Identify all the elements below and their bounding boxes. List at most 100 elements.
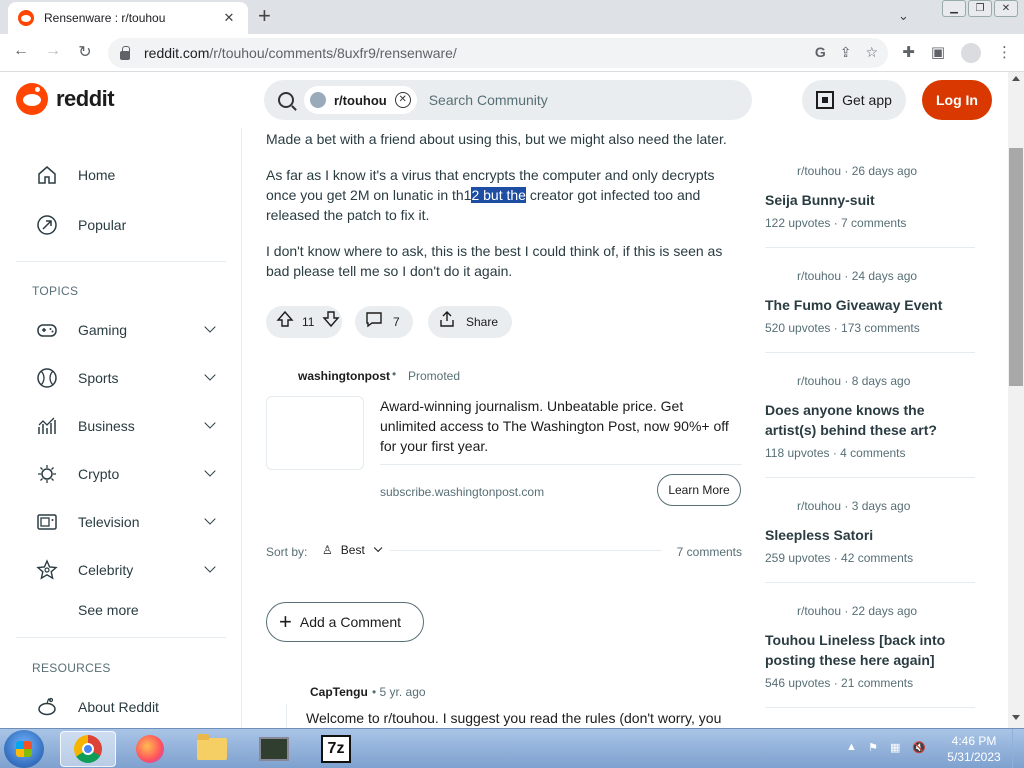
google-lens-icon[interactable]: G — [815, 44, 826, 61]
topics-heading: TOPICS — [32, 284, 79, 298]
comment-bubble-icon — [365, 310, 383, 334]
firefox-icon — [136, 735, 164, 763]
taskbar-chrome[interactable] — [60, 731, 116, 767]
login-button[interactable]: Log In — [922, 80, 992, 120]
ad-headline[interactable]: Award-winning journalism. Unbeatable pri… — [380, 396, 742, 456]
taskbar-explorer[interactable] — [184, 731, 240, 767]
scroll-down-arrow-icon[interactable] — [1012, 715, 1020, 720]
minimize-button[interactable]: ▁ — [942, 0, 966, 17]
share-page-icon[interactable]: ⇪ — [840, 44, 852, 61]
extensions-puzzle-icon[interactable]: ✚ — [902, 43, 915, 63]
sort-dropdown[interactable]: ♙ Best — [322, 540, 383, 560]
chrome-icon — [74, 735, 102, 763]
search-input[interactable] — [428, 92, 729, 108]
comments-button[interactable]: 7 — [355, 306, 413, 338]
comment-timestamp: • 5 yr. ago — [372, 685, 426, 699]
taskbar-firefox[interactable] — [122, 731, 178, 767]
chevron-down-icon[interactable] — [204, 513, 216, 525]
scrollbar-thumb[interactable] — [1009, 148, 1023, 386]
sidebar-item-gaming[interactable]: Gaming — [16, 310, 226, 350]
page-scrollbar[interactable] — [1008, 72, 1024, 728]
profile-avatar-icon[interactable] — [961, 43, 981, 63]
chevron-down-icon[interactable] — [204, 321, 216, 333]
gamepad-icon — [36, 319, 58, 341]
search-bar[interactable]: r/touhou ✕ — [264, 80, 752, 120]
reload-icon[interactable]: ↻ — [74, 42, 96, 62]
see-more-link[interactable]: See more — [78, 602, 139, 618]
address-bar[interactable]: reddit.com/r/touhou/comments/8uxfr9/rens… — [108, 38, 888, 68]
sidebar-item-sports[interactable]: Sports — [16, 358, 226, 398]
learn-more-button[interactable]: Learn More — [657, 474, 741, 506]
community-chip-label: r/touhou — [334, 92, 387, 108]
tray-expand-icon[interactable]: ▲ — [846, 741, 860, 755]
chevron-down-icon[interactable] — [204, 561, 216, 573]
sidebar-item-popular[interactable]: Popular — [16, 205, 226, 245]
left-sidebar: Home Popular TOPICS Gaming Sports Busine… — [0, 128, 242, 728]
crypto-icon — [36, 463, 58, 485]
related-post-meta: r/touhou · 8 days ago — [797, 374, 911, 388]
bookmark-star-icon[interactable]: ☆ — [865, 44, 878, 61]
sidebar-item-celebrity[interactable]: Celebrity — [16, 550, 226, 590]
community-filter-chip[interactable]: r/touhou ✕ — [304, 86, 417, 114]
tab-search-chevron-icon[interactable]: ⌄ — [898, 8, 909, 24]
business-chart-icon — [36, 415, 58, 437]
system-clock[interactable]: 4:46 PM 5/31/2023 — [944, 733, 1004, 765]
selected-text: 2 but the — [471, 187, 526, 203]
related-divider — [765, 707, 975, 708]
browser-menu-icon[interactable]: ⋮ — [997, 43, 1012, 63]
chevron-down-icon — [373, 543, 383, 553]
ad-domain[interactable]: subscribe.washingtonpost.com — [380, 482, 544, 502]
upvote-arrow-icon[interactable] — [276, 310, 294, 334]
browser-tab[interactable]: Rensenware : r/touhou ✕ — [8, 2, 248, 34]
related-post-title[interactable]: Seija Bunny-suit — [765, 190, 975, 210]
sidebar-item-business[interactable]: Business — [16, 406, 226, 446]
reddit-snoo-icon — [16, 83, 48, 115]
clear-community-icon[interactable]: ✕ — [394, 92, 411, 108]
windows-taskbar: 7z ▲ ⚑ ▦ 🔇 4:46 PM 5/31/2023 — [0, 728, 1024, 768]
related-post-title[interactable]: Touhou Lineless [back into posting these… — [765, 630, 975, 670]
sidebar-item-crypto[interactable]: Crypto — [16, 454, 226, 494]
downvote-arrow-icon[interactable] — [322, 310, 341, 334]
chevron-down-icon[interactable] — [204, 465, 216, 477]
comment-sort-bar: Sort by: ♙ Best 7 comments — [266, 540, 742, 560]
related-post-title[interactable]: Does anyone knows the artist(s) behind t… — [765, 400, 975, 440]
scroll-up-arrow-icon[interactable] — [1012, 76, 1020, 81]
related-post-meta: r/touhou · 24 days ago — [797, 269, 918, 283]
action-center-flag-icon[interactable]: ⚑ — [868, 741, 882, 755]
thread-line[interactable] — [286, 704, 287, 728]
sidebar-item-home[interactable]: Home — [16, 155, 226, 195]
show-desktop-button[interactable] — [1012, 729, 1024, 768]
taskbar-7zip[interactable]: 7z — [308, 731, 364, 767]
advertiser-name[interactable]: washingtonpost — [298, 366, 390, 386]
volume-muted-icon[interactable]: 🔇 — [912, 741, 926, 755]
close-window-button[interactable]: ✕ — [994, 0, 1018, 17]
get-app-button[interactable]: Get app — [802, 80, 906, 120]
share-button[interactable]: Share — [428, 306, 512, 338]
post-text-line: Made a bet with a friend about using thi… — [266, 131, 727, 147]
about-reddit-icon — [36, 696, 58, 718]
browser-toolbar: ← → ↻ reddit.com/r/touhou/comments/8uxfr… — [0, 34, 1024, 72]
taskbar-terminal[interactable] — [246, 731, 302, 767]
popular-arrow-icon — [36, 214, 58, 236]
sidebar-item-about-reddit[interactable]: About Reddit — [16, 687, 226, 727]
reddit-logo[interactable]: reddit — [16, 83, 115, 115]
related-post-meta: r/touhou · 26 days ago — [797, 164, 918, 178]
network-icon[interactable]: ▦ — [890, 741, 904, 755]
tab-close-icon[interactable]: ✕ — [220, 10, 238, 26]
comment-author[interactable]: CapTengu — [310, 682, 368, 702]
related-divider — [765, 352, 975, 353]
chevron-down-icon[interactable] — [204, 417, 216, 429]
forward-arrow-icon[interactable]: → — [42, 42, 64, 60]
add-comment-button[interactable]: + Add a Comment — [266, 602, 424, 642]
new-tab-button[interactable]: + — [258, 5, 271, 27]
restore-button[interactable]: ❐ — [968, 0, 992, 17]
promoted-label: Promoted — [408, 369, 461, 383]
start-button[interactable] — [4, 730, 44, 768]
chevron-down-icon[interactable] — [204, 369, 216, 381]
related-post-title[interactable]: Sleepless Satori — [765, 525, 975, 545]
ad-thumbnail[interactable] — [266, 396, 364, 470]
side-panel-icon[interactable]: ▣ — [931, 43, 945, 63]
related-post-title[interactable]: The Fumo Giveaway Event — [765, 295, 975, 315]
sidebar-item-television[interactable]: Television — [16, 502, 226, 542]
back-arrow-icon[interactable]: ← — [10, 42, 32, 60]
